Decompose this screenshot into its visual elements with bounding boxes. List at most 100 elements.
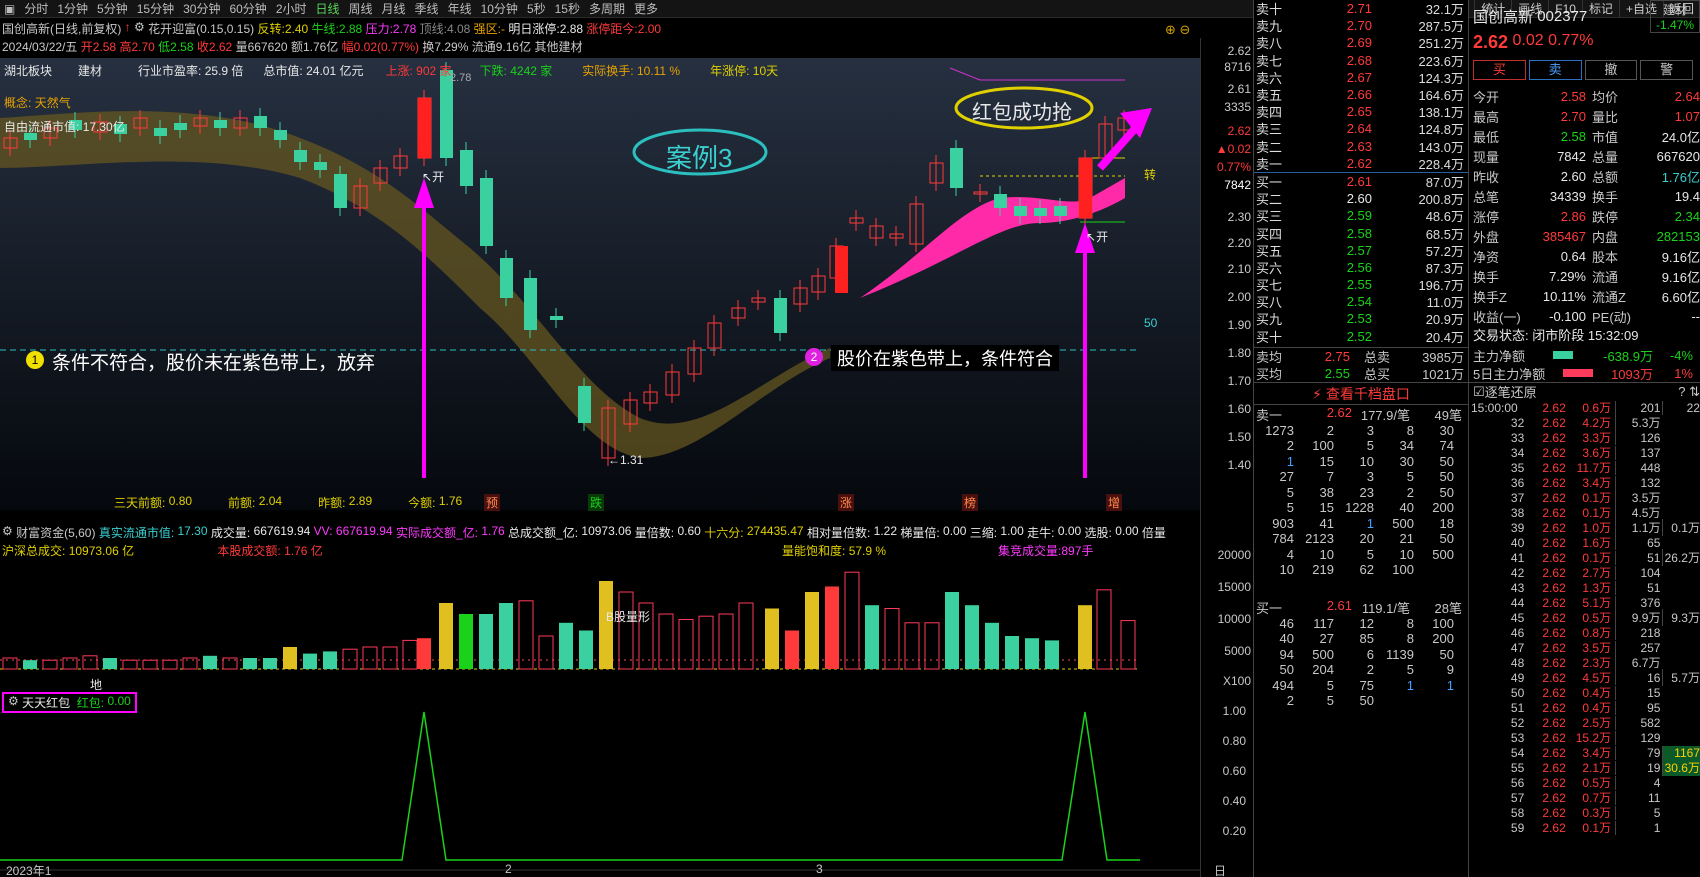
queue-cell: 2: [1286, 438, 1294, 454]
tick-price: 2.62: [1542, 685, 1566, 700]
buy-level[interactable]: 买六 2.56 87.3万: [1254, 259, 1468, 276]
period-tab[interactable]: 更多: [634, 0, 658, 17]
quote-cell: 7.29%: [1549, 268, 1586, 284]
period-tab[interactable]: 周线: [349, 0, 373, 17]
tick-price: 2.62: [1542, 775, 1566, 790]
tb-icon[interactable]: ▣: [4, 2, 15, 16]
period-tab[interactable]: 1分钟: [57, 0, 88, 17]
price-tick: 2.10: [1227, 262, 1251, 276]
hs-value: 10.11 %: [636, 64, 681, 78]
buy-level[interactable]: 买九 2.53 20.9万: [1254, 310, 1468, 327]
volume-bar: [1078, 605, 1092, 669]
buy-level[interactable]: 买三 2.59 48.6万: [1254, 207, 1468, 224]
volume-bar: [924, 622, 940, 670]
quote-cell: 昨收: [1473, 169, 1500, 185]
period-tab[interactable]: 15秒: [555, 0, 580, 17]
level-volume: 87.3万: [1425, 260, 1464, 276]
alert-button[interactable]: 警: [1640, 60, 1693, 80]
industry: 其他建材: [534, 40, 583, 54]
stock-chart-title: 国创高新(日线,前复权): [2, 22, 122, 36]
sector-badge[interactable]: 建材 -1.47%: [1650, 0, 1700, 33]
low-mark: ←1.31: [608, 453, 644, 467]
sell-level[interactable]: 卖九 2.70 287.5万: [1254, 17, 1468, 34]
price-tick: 3335: [1224, 100, 1251, 114]
tick-time: 15:00:00: [1471, 400, 1518, 415]
question-icon[interactable]: ? ⇅: [1678, 384, 1700, 400]
buy-level[interactable]: 买八 2.54 11.0万: [1254, 293, 1468, 310]
period-tab[interactable]: 15分钟: [137, 0, 174, 17]
buy-level[interactable]: 买七 2.55 196.7万: [1254, 276, 1468, 293]
dn-value: 4242 家: [510, 64, 553, 78]
level-label: 买七: [1256, 278, 1283, 294]
yl-value: 2.78: [392, 22, 417, 36]
buy-level[interactable]: 买十 2.52 20.4万: [1254, 328, 1468, 345]
volume-bar: [1045, 640, 1059, 669]
sell-level[interactable]: 卖十 2.71 32.1万: [1254, 0, 1468, 17]
tick-time: 52: [1510, 715, 1525, 730]
chart-tools[interactable]: ⊕ ⊖: [1165, 22, 1190, 38]
mv-label: 总市值:: [263, 64, 303, 78]
sell-level[interactable]: 卖五 2.66 164.6万: [1254, 86, 1468, 103]
period-tab[interactable]: 多周期: [589, 0, 625, 17]
level-price: 2.57: [1346, 242, 1372, 258]
tick-time: 47: [1510, 640, 1525, 655]
volume-bar: [599, 581, 613, 669]
volume-bar: [459, 614, 473, 669]
period-tab[interactable]: 5秒: [527, 0, 546, 17]
gear-icon[interactable]: ⚙: [134, 20, 148, 37]
quote-cell: 市值: [1592, 129, 1619, 145]
sell-level[interactable]: 卖八 2.69 251.2万: [1254, 34, 1468, 51]
buy-level[interactable]: 买一 2.61 87.0万: [1254, 173, 1468, 190]
tick-row: 51 2.62 0.4万 95: [1469, 700, 1700, 715]
period-tab[interactable]: 60分钟: [229, 0, 266, 17]
level-label: 买四: [1256, 226, 1283, 242]
queue-row: 40 27 85 8 200: [1254, 631, 1468, 647]
tick-time: 39: [1510, 520, 1525, 535]
level-volume: 138.1万: [1418, 105, 1464, 121]
volume-bar: [303, 653, 317, 669]
sell-level[interactable]: 卖六 2.67 124.3万: [1254, 69, 1468, 86]
buy-level[interactable]: 买二 2.60 200.8万: [1254, 190, 1468, 207]
period-tab[interactable]: 日线: [316, 0, 340, 17]
volume-panel[interactable]: ⚙ 财富资金(5,60) 真实流通市值: 17.30 成交量: 667619.9…: [0, 510, 1200, 692]
period-tab[interactable]: 分时: [24, 0, 48, 17]
tick-price: 2.62: [1542, 820, 1566, 835]
sell-level[interactable]: 卖七 2.68 223.6万: [1254, 52, 1468, 69]
tick-row: 46 2.62 0.8万 218: [1469, 625, 1700, 640]
hongbao-panel[interactable]: ⚙ 天天红包 红包: 0.00: [0, 690, 1200, 877]
sell-button[interactable]: 卖: [1528, 60, 1582, 80]
quote-row: 收益(一) -0.100 PE(动) --: [1469, 306, 1700, 326]
volume-bar: [718, 613, 734, 670]
queue-cell: 8: [1406, 631, 1414, 647]
sell-level[interactable]: 卖三 2.64 124.8万: [1254, 120, 1468, 137]
up-arrow-icon: ↑: [121, 20, 134, 34]
buy-button[interactable]: 买: [1473, 60, 1526, 80]
price-tick: 2.00: [1227, 290, 1251, 304]
period-tab[interactable]: 2小时: [276, 0, 307, 17]
tick-col2: 201: [1615, 400, 1660, 415]
qiandang-link[interactable]: ⚡ 查看千档盘口: [1254, 381, 1468, 404]
volume-bar: [362, 646, 378, 670]
kai-1: ↖开: [422, 170, 445, 184]
zt-value: 2.00: [637, 22, 662, 36]
quote-cell: 2.58: [1560, 88, 1586, 104]
sell-level[interactable]: 卖四 2.65 138.1万: [1254, 103, 1468, 120]
queue-cell: 40: [1399, 500, 1414, 516]
level-volume: 57.2万: [1425, 243, 1464, 259]
chart-header: 湖北板块 建材 行业市盈率: 25.9 倍 总市值: 24.01 亿元 上涨: …: [4, 62, 778, 79]
period-tab[interactable]: 10分钟: [481, 0, 518, 17]
cancel-button[interactable]: 撤: [1584, 60, 1638, 80]
sell-level[interactable]: 卖二 2.63 143.0万: [1254, 138, 1468, 155]
period-tab[interactable]: 月线: [382, 0, 406, 17]
buy-level[interactable]: 买四 2.58 68.5万: [1254, 224, 1468, 242]
sell-level[interactable]: 卖一 2.62 228.4万: [1254, 155, 1468, 172]
kline-chart[interactable]: 湖北板块 建材 行业市盈率: 25.9 倍 总市值: 24.01 亿元 上涨: …: [0, 58, 1200, 511]
queue-cell: 20: [1359, 531, 1374, 547]
period-tab[interactable]: 年线: [448, 0, 472, 17]
tick-time: 37: [1510, 490, 1525, 505]
buy-level[interactable]: 买五 2.57 57.2万: [1254, 242, 1468, 259]
period-tab[interactable]: 季线: [415, 0, 439, 17]
period-tab[interactable]: 30分钟: [183, 0, 220, 17]
level-volume: 68.5万: [1425, 226, 1464, 242]
period-tab[interactable]: 5分钟: [97, 0, 128, 17]
